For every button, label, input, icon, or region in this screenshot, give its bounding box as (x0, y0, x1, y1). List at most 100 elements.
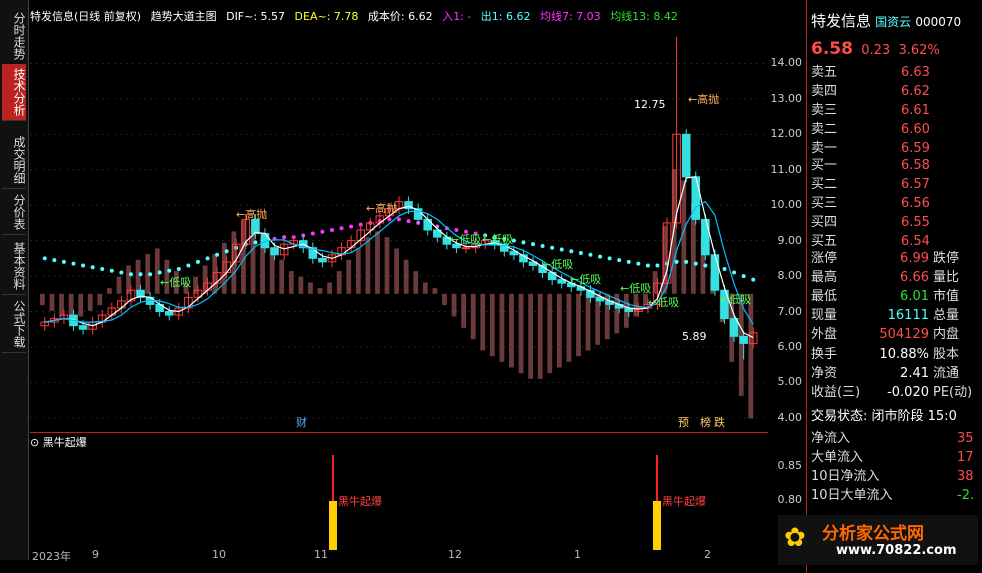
trend-dot (157, 270, 162, 275)
trend-dot (61, 259, 66, 264)
trend-dot (119, 270, 124, 275)
macd-bar (748, 293, 754, 419)
candle-body (423, 218, 433, 231)
ask-row: 卖三 6.61 (811, 103, 930, 118)
trend-dot (195, 259, 200, 264)
stock-period-title[interactable]: 特发信息(日线 前复权) (30, 10, 141, 23)
macd-bar (403, 259, 409, 294)
quote-panel: 特发信息 国资云 000070 6.58 0.23 3.62% 卖五 6.63 卖四 6.… (806, 0, 982, 573)
chart-annotation: ←低吸 (482, 233, 513, 246)
trend-dot (751, 277, 756, 282)
macd-bar (126, 265, 131, 294)
flow-row: 净流入 35 (811, 431, 974, 446)
tab-0[interactable]: 分时走势 (2, 8, 26, 65)
trend-dot (42, 256, 47, 261)
sub-indicator-chart[interactable]: 黑牛起爆 黑牛起爆 (30, 432, 768, 550)
trend-dot (703, 263, 708, 268)
macd-bar (365, 237, 371, 294)
trend-dot (406, 219, 411, 224)
trend-dot (588, 252, 593, 257)
macd-bar (394, 248, 399, 294)
trend-dot (559, 247, 564, 252)
macd-bar (375, 231, 380, 294)
flow-row: 10日大单流入 -2. (811, 488, 975, 503)
macd-bar (480, 293, 486, 351)
signal-label: 黑牛起爆 (338, 494, 382, 508)
stat-row: 现量 16111 总量 (811, 308, 960, 323)
trend-dot (349, 224, 354, 229)
macd-bar (384, 237, 390, 294)
candle-body (78, 325, 88, 330)
macd-bar (40, 293, 45, 306)
macd-bar (327, 282, 332, 294)
event-marker: 榜 (700, 415, 711, 429)
stat-row: 涨停 6.99 跌停 (811, 251, 960, 266)
date-tick: 2023年 (32, 550, 71, 563)
trend-dot (186, 263, 191, 268)
trend-dot (674, 259, 679, 264)
trend-dot (109, 268, 114, 273)
candle-body (739, 335, 748, 344)
macd-bar (116, 276, 122, 294)
trend-dot (645, 263, 650, 268)
macd-bar (317, 288, 323, 294)
macd-bar (576, 293, 581, 357)
trend-dot (167, 268, 172, 273)
trend-dot (578, 251, 583, 256)
chart-annotation: ←低吸 (620, 282, 651, 295)
macd-bar (336, 271, 342, 294)
price-tick: 8.00 (777, 269, 803, 283)
macd-bar (537, 293, 543, 379)
chart-annotation: 5.89 (682, 330, 707, 343)
trend-dot (531, 242, 536, 247)
macd-bar (556, 293, 562, 368)
stat-row: 换手 10.88% 股本 (811, 347, 960, 362)
chart-header: 特发信息(日线 前复权) 趋势大道主图 DIF~: 5.57 DEA~: 7.7… (30, 8, 684, 24)
bid-row: 买三 6.56 (811, 196, 930, 211)
flower-icon: ✿ (784, 523, 806, 553)
price-tick: 11.00 (770, 162, 803, 176)
bid-row: 买五 6.54 (811, 234, 930, 249)
macd-bar (528, 293, 534, 379)
chart-annotation: ←低吸 (160, 276, 191, 289)
price-tick: 10.00 (770, 198, 803, 212)
trend-dot (655, 263, 660, 268)
indicator-name[interactable]: 趋势大道主图 (151, 10, 217, 23)
stock-name-row: 特发信息 国资云 000070 (811, 12, 962, 30)
trend-dot (626, 259, 631, 264)
date-tick: 9 (92, 548, 99, 561)
stat-row: 最低 6.01 市值 (811, 289, 960, 304)
macd-bar (355, 248, 361, 294)
macd-bar (288, 271, 294, 294)
macd-bar (279, 259, 285, 294)
chart-annotation: ←低吸 (720, 293, 751, 306)
ask-row: 卖二 6.60 (811, 122, 930, 137)
trend-dot (71, 261, 76, 266)
candle-body (164, 311, 174, 316)
macd-bar (585, 293, 591, 351)
price-axis: 14.00 13.00 12.00 11.00 10.00 9.00 8.00 7.00 6.0… (770, 28, 806, 432)
signal-label: 黑牛起爆 (662, 494, 706, 508)
sub-indicator-title[interactable]: ⊙ 黑牛起爆 (30, 434, 87, 450)
tab-2[interactable]: 成交明细 (2, 132, 26, 189)
tab-5[interactable]: 公式下载 (2, 296, 26, 353)
sub-indicator-toggle-icon[interactable]: ⊙ (30, 436, 43, 449)
trend-dot (310, 231, 315, 236)
macd-bar (49, 293, 55, 311)
tab-4[interactable]: 基本资料 (2, 238, 26, 295)
main-price-chart[interactable]: 12.75 ←高抛←高抛 ←高抛←低吸←低吸 ←低吸←低吸←低吸←低吸←低吸 ←低吸5.… (30, 28, 768, 432)
candle-body (681, 133, 691, 178)
macd-bar (87, 293, 93, 311)
chart-annotation: ←高抛 (688, 92, 719, 106)
candle-body (251, 218, 260, 235)
tab-3[interactable]: 分价表 (2, 190, 26, 235)
trend-dot (607, 256, 612, 261)
price-tick: 5.00 (777, 375, 803, 389)
candle-body (318, 257, 327, 263)
trend-dot (176, 266, 181, 271)
trend-dot (722, 266, 727, 271)
candle-body (729, 318, 739, 337)
trend-dot (81, 263, 86, 268)
site-logo: ✿ 分析家公式网 www.70822.com (778, 515, 978, 565)
tab-1[interactable]: 技术分析 (2, 64, 26, 121)
